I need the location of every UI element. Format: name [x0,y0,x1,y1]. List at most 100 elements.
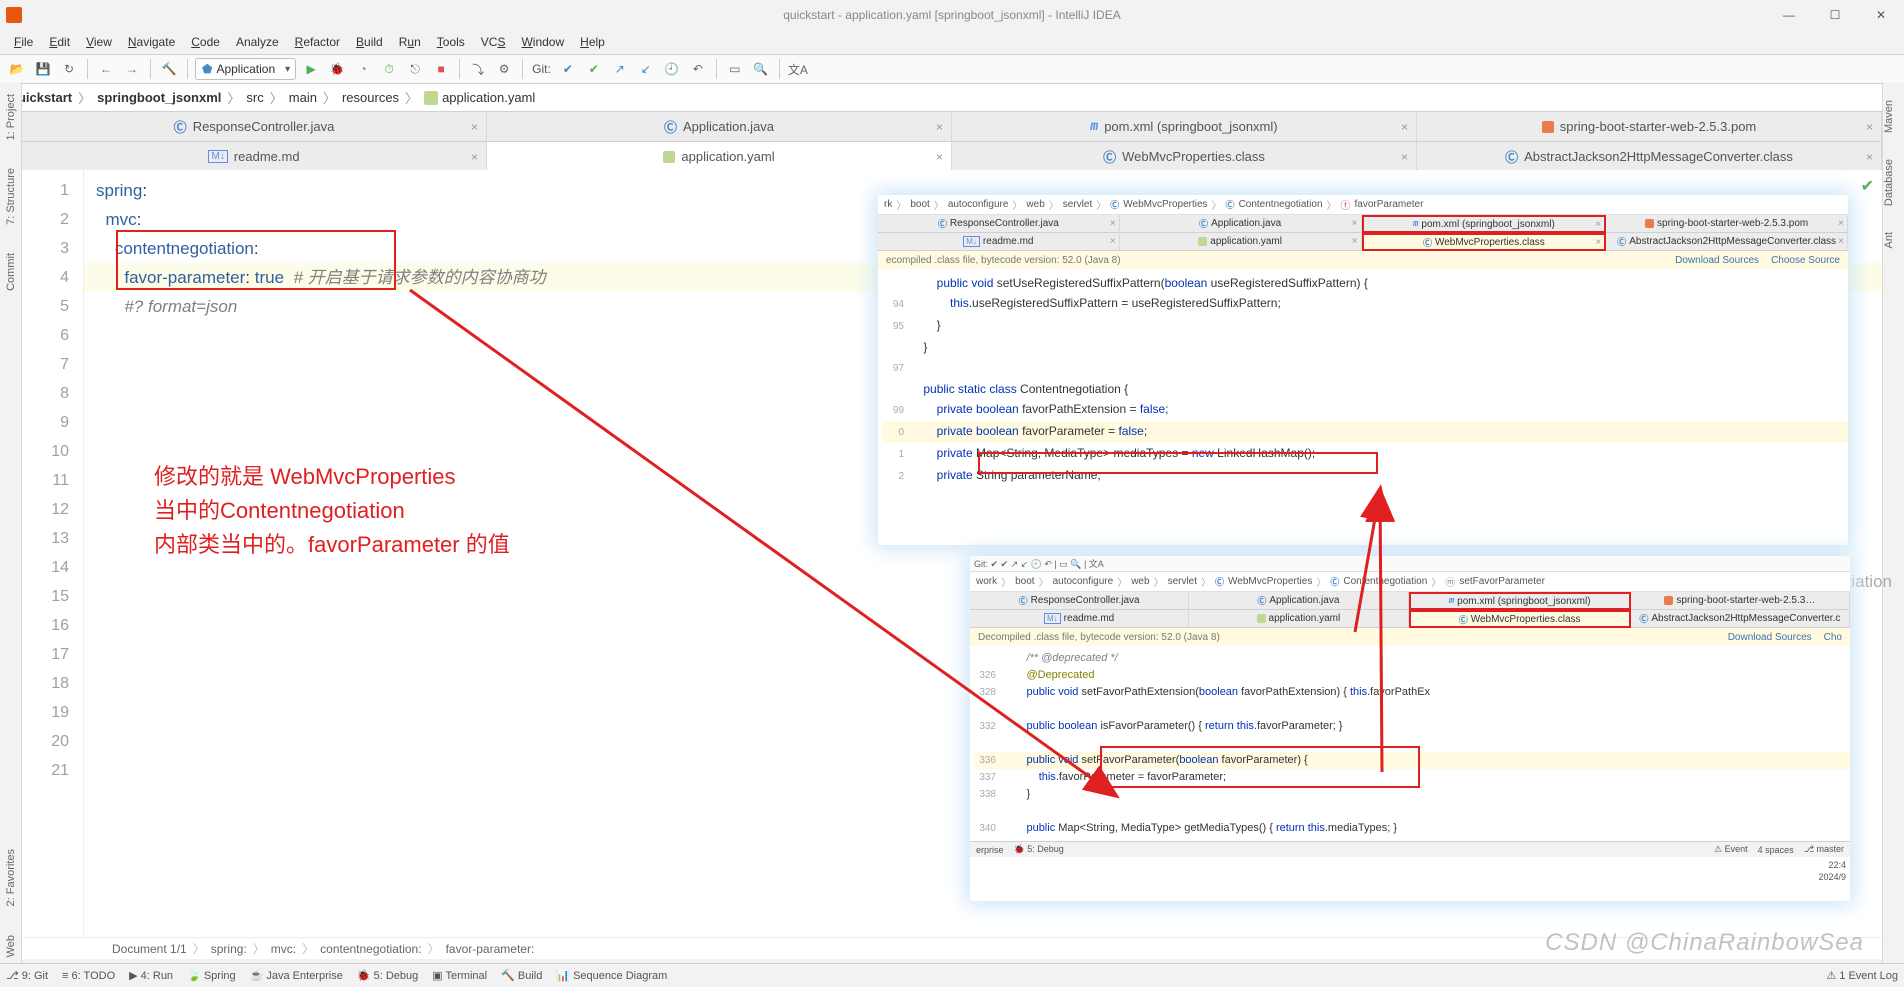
save-icon[interactable]: 💾 [32,58,54,80]
menu-navigate[interactable]: Navigate [120,33,183,51]
bt-debug[interactable]: 🐞 5: Debug [357,969,418,982]
menu-refactor[interactable]: Refactor [287,33,348,51]
gutter: 123 456 789 101112 131415 161718 192021 [22,170,84,959]
titlebar: quickstart - application.yaml [springboo… [0,0,1904,30]
bt-git[interactable]: ⎇ 9: Git [6,969,48,982]
profile-icon[interactable]: ⏱ [378,58,400,80]
git-push-icon[interactable]: ↗ [609,58,631,80]
bottom-tool-windows: ⎇ 9: Git ≡ 6: TODO ▶ 4: Run 🍃 Spring ☕ J… [0,963,1904,987]
attach-icon[interactable]: ⎋ [404,58,426,80]
git-history-icon[interactable]: 🕘 [661,58,683,80]
maximize-button[interactable]: ☐ [1812,0,1858,30]
deploy-icon[interactable]: ⤵ [467,58,489,80]
git-commit-icon[interactable]: ✔ [583,58,605,80]
tool-maven[interactable]: Maven [1883,92,1895,141]
menu-file[interactable]: File [6,33,41,51]
ov1-tabs-row-2: M↓readme.md× application.yaml× ⒸWebMvcPr… [878,233,1848,251]
search-everywhere-icon[interactable]: 🔍 [750,58,772,80]
close-icon[interactable]: × [936,150,943,164]
menu-analyze[interactable]: Analyze [228,33,287,51]
git-update-icon[interactable]: ✔ [557,58,579,80]
git-label: Git: [532,62,551,76]
ov2-bottom-tools: erprise 🐞 5: Debug ⚠ Event 4 spaces ⎇ ma… [970,841,1850,857]
bt-run[interactable]: ▶ 4: Run [129,969,173,982]
menu-vcs[interactable]: VCS [473,33,514,51]
tab-webmvc-properties[interactable]: ⒸWebMvcProperties.class× [952,142,1417,171]
main-toolbar: 📂 💾 ↻ ← → 🔨 ⬟Application ▶ 🐞 ◔ ⏱ ⎋ ■ ⤵ ⚙… [0,54,1904,84]
tool-commit[interactable]: Commit [5,245,17,299]
editor-tabs-row-2: M↓readme.md× application.yaml× ⒸWebMvcPr… [22,142,1882,172]
menubar: File Edit View Navigate Code Analyze Ref… [0,30,1904,54]
coverage-icon[interactable]: ◔ [352,58,374,80]
close-icon[interactable]: × [936,120,943,134]
crumb-1[interactable]: springboot_jsonxml [97,90,221,105]
annotation-text: 修改的就是 WebMvcProperties 当中的Contentnegotia… [154,460,510,562]
bt-eventlog[interactable]: ⚠ 1 Event Log [1826,969,1898,982]
tool-structure[interactable]: 7: Structure [5,160,17,233]
ov2-tabs-row-2: M↓readme.md application.yaml ⒸWebMvcProp… [970,610,1850,628]
bt-javaee[interactable]: ☕ Java Enterprise [250,969,343,982]
close-icon[interactable]: × [1401,120,1408,134]
build-hammer-icon[interactable]: 🔨 [158,58,180,80]
crumb-4[interactable]: resources [342,90,399,105]
menu-tools[interactable]: Tools [429,33,473,51]
menu-help[interactable]: Help [572,33,613,51]
ov1-decompile-banner: ecompiled .class file, bytecode version:… [878,251,1848,269]
menu-run[interactable]: Run [391,33,429,51]
tab-pom-xml[interactable]: mpom.xml (springboot_jsonxml)× [952,112,1417,141]
close-icon[interactable]: × [1866,150,1873,164]
close-window-button[interactable]: ✕ [1858,0,1904,30]
run-config-dropdown[interactable]: ⬟Application [195,58,296,80]
close-icon[interactable]: × [471,120,478,134]
bt-build[interactable]: 🔨 Build [501,969,542,982]
bt-terminal[interactable]: ▣ Terminal [432,969,487,982]
tab-application-yaml[interactable]: application.yaml× [487,142,952,171]
tab-readme[interactable]: M↓readme.md× [22,142,487,171]
left-tool-strip: 1: Project 7: Structure Commit 2: Favori… [0,82,22,965]
services-icon[interactable]: ⚙ [493,58,515,80]
tab-starter-web-pom[interactable]: spring-boot-starter-web-2.5.3.pom× [1417,112,1882,141]
crumb-2[interactable]: src [246,90,263,105]
close-icon[interactable]: × [1401,150,1408,164]
debug-icon[interactable]: 🐞 [326,58,348,80]
tool-project[interactable]: 1: Project [5,86,17,148]
git-rollback-icon[interactable]: ↶ [687,58,709,80]
sync-icon[interactable]: ↻ [58,58,80,80]
close-icon[interactable]: × [471,150,478,164]
open-icon[interactable]: 📂 [6,58,28,80]
git-pull-icon[interactable]: ↙ [635,58,657,80]
tool-favorites[interactable]: 2: Favorites [5,841,17,914]
forward-icon[interactable]: → [121,58,143,80]
tab-response-controller[interactable]: ⒸResponseController.java× [22,112,487,141]
analysis-ok-icon: ✔ [1861,176,1874,196]
crumb-5[interactable]: application.yaml [442,90,535,105]
menu-build[interactable]: Build [348,33,391,51]
right-tool-strip: Maven Database Ant [1882,82,1904,965]
translate-icon[interactable]: 文A [787,58,809,80]
tool-database[interactable]: Database [1883,151,1895,214]
ov1-code[interactable]: public void setUseRegisteredSuffixPatter… [878,269,1848,491]
annotation-box-yaml [116,230,396,290]
bt-spring[interactable]: 🍃 Spring [187,969,236,982]
bt-sequence[interactable]: 📊 Sequence Diagram [556,969,667,982]
run-icon[interactable]: ▶ [300,58,322,80]
overlay-webmvc-2: Git: ✔ ✔ ↗ ↙ 🕘 ↶ | ▭ 🔍 | 文A work〉 boot〉 … [970,556,1850,901]
minimize-button[interactable]: — [1766,0,1812,30]
crumb-3[interactable]: main [289,90,317,105]
tab-jackson-converter[interactable]: ⒸAbstractJackson2HttpMessageConverter.cl… [1417,142,1882,171]
back-icon[interactable]: ← [95,58,117,80]
bt-todo[interactable]: ≡ 6: TODO [62,970,115,982]
ov2-code[interactable]: /** @deprecated */ 326 @Deprecated 328 p… [970,646,1850,841]
toggle-view-icon[interactable]: ▭ [724,58,746,80]
close-icon[interactable]: × [1866,120,1873,134]
menu-view[interactable]: View [78,33,120,51]
run-config-label: Application [216,62,275,76]
menu-window[interactable]: Window [513,33,572,51]
ov2-breadcrumbs: work〉 boot〉 autoconfigure〉 web〉 servlet〉… [970,572,1850,592]
tool-web[interactable]: Web [5,927,17,965]
menu-edit[interactable]: Edit [41,33,78,51]
tab-application-java[interactable]: ⒸApplication.java× [487,112,952,141]
stop-icon[interactable]: ■ [430,58,452,80]
menu-code[interactable]: Code [183,33,228,51]
tool-ant[interactable]: Ant [1883,224,1895,257]
